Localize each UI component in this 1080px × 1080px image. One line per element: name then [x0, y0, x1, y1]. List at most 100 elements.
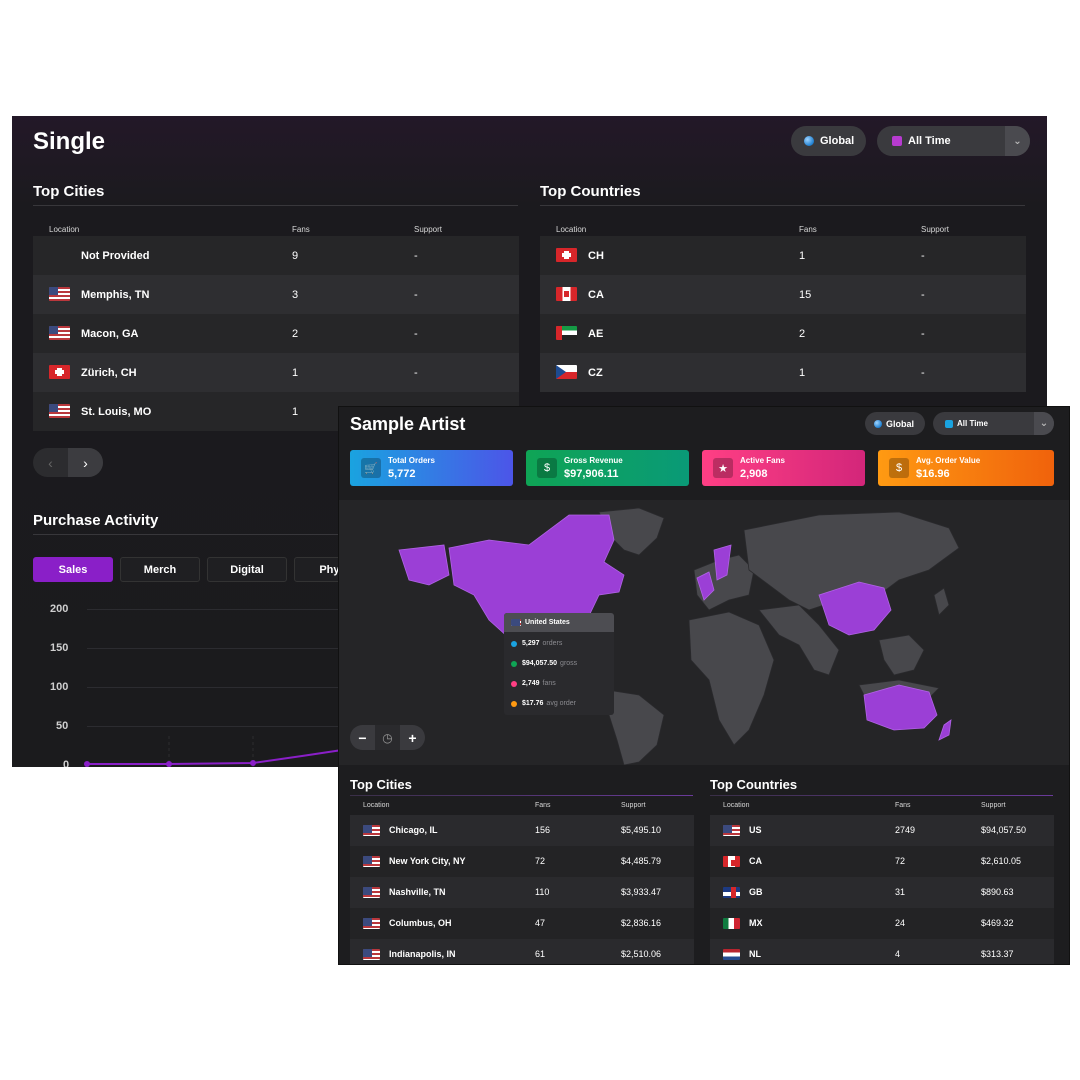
table-row[interactable]: CA 72 $2,610.05: [710, 846, 1054, 877]
tooltip-country: United States: [525, 619, 570, 626]
location-cell: AE: [588, 327, 604, 340]
column-header-support: Support: [921, 225, 950, 234]
table-row[interactable]: AE 2 -: [540, 314, 1026, 353]
zoom-out-button[interactable]: −: [350, 725, 375, 750]
support-cell: $5,495.10: [621, 825, 662, 835]
fans-cell: 2749: [895, 825, 916, 835]
support-cell: $313.37: [981, 949, 1014, 959]
sample-artist-dashboard-window: Sample Artist Global All Time ⌄ 🛒 Total …: [339, 407, 1069, 964]
top-cities-title: Top Cities: [33, 183, 105, 200]
tooltip-unit: gross: [560, 660, 578, 667]
tooltip-row-gross: $94,057.50 gross: [511, 660, 577, 667]
world-map[interactable]: [339, 500, 1069, 766]
uae-flag-icon: [556, 326, 577, 340]
africa-shape: [688, 611, 775, 746]
tooltip-row-avg-order: $17.76 avg order: [511, 700, 576, 707]
chevron-left-icon: ‹: [48, 454, 53, 471]
top-countries-title: Top Countries: [540, 183, 641, 200]
us-flag-icon: [363, 949, 380, 960]
table-row[interactable]: Macon, GA 2 -: [33, 314, 519, 353]
column-header-fans: Fans: [799, 225, 817, 234]
table-row[interactable]: Memphis, TN 3 -: [33, 275, 519, 314]
chevron-down-icon: ⌄: [1005, 126, 1030, 156]
location-cell: CA: [588, 288, 604, 301]
y-tick-label: 50: [56, 720, 69, 732]
y-tick-label: 100: [50, 681, 69, 693]
table-row[interactable]: Nashville, TN 110 $3,933.47: [350, 877, 694, 908]
fans-cell: 9: [292, 249, 299, 262]
avg-order-dot-icon: [511, 700, 517, 707]
tooltip-unit: orders: [542, 640, 563, 647]
us-flag-icon: [49, 404, 70, 418]
us-flag-icon: [363, 825, 380, 836]
kpi-value: 2,908: [740, 468, 768, 480]
fans-cell: 3: [292, 288, 299, 301]
table-row[interactable]: New York City, NY 72 $4,485.79: [350, 846, 694, 877]
location-cell: Memphis, TN: [81, 288, 150, 301]
y-tick-label: 150: [50, 642, 69, 654]
tooltip-row-fans: 2,749 fans: [511, 680, 556, 687]
location-cell: MX: [749, 918, 763, 928]
support-cell: -: [921, 366, 925, 379]
column-header-location: Location: [49, 225, 80, 234]
tooltip-value: 2,749: [522, 680, 540, 687]
column-header-support: Support: [981, 802, 1006, 809]
divider: [33, 205, 518, 206]
netherlands-flag-icon: [723, 949, 740, 960]
tab-sales[interactable]: Sales: [33, 557, 113, 582]
table-row[interactable]: Columbus, OH 47 $2,836.16: [350, 908, 694, 939]
us-flag-icon: [511, 619, 521, 626]
next-page-button[interactable]: ›: [68, 448, 103, 477]
global-filter-label: Global: [886, 418, 915, 429]
kpi-label: Avg. Order Value: [916, 456, 981, 465]
table-row[interactable]: CA 15 -: [540, 275, 1026, 314]
table-row[interactable]: MX 24 $469.32: [710, 908, 1054, 939]
kpi-label: Gross Revenue: [564, 456, 623, 465]
tooltip-unit: avg order: [546, 700, 576, 707]
y-tick-label: 200: [50, 603, 69, 615]
global-filter-button[interactable]: Global: [865, 412, 925, 435]
cart-icon: 🛒: [361, 458, 381, 478]
table-row[interactable]: Indianapolis, IN 61 $2,510.06: [350, 939, 694, 964]
page-title: Single: [33, 128, 106, 155]
tooltip-value: $17.76: [522, 700, 544, 707]
receipt-icon: $: [889, 458, 909, 478]
world-map-svg: [398, 507, 960, 766]
table-row[interactable]: GB 31 $890.63: [710, 877, 1054, 908]
tab-digital[interactable]: Digital: [207, 557, 287, 582]
location-cell: NL: [749, 949, 761, 959]
global-filter-button[interactable]: Global: [791, 126, 866, 156]
prev-page-button[interactable]: ‹: [33, 448, 68, 477]
australia-shape: [863, 684, 938, 731]
support-cell: -: [414, 249, 418, 262]
date-range-select[interactable]: All Time ⌄: [933, 412, 1054, 435]
tooltip-value: 5,297: [522, 640, 540, 647]
globe-reset-button[interactable]: ◷: [375, 725, 400, 750]
support-cell: $2,610.05: [981, 856, 1022, 866]
fans-cell: 31: [895, 887, 906, 897]
table-row[interactable]: Chicago, IL 156 $5,495.10: [350, 815, 694, 846]
table-row[interactable]: Not Provided 9 -: [33, 236, 519, 275]
fan-icon: ★: [713, 458, 733, 478]
divider: [540, 205, 1025, 206]
location-cell: Not Provided: [81, 249, 150, 262]
location-cell: CA: [749, 856, 762, 866]
zoom-in-button[interactable]: +: [400, 725, 425, 750]
divider: [710, 795, 1053, 796]
support-cell: $4,485.79: [621, 856, 662, 866]
kpi-active-fans: ★ Active Fans 2,908: [702, 450, 865, 486]
fans-cell: 110: [535, 887, 550, 897]
table-row[interactable]: CH 1 -: [540, 236, 1026, 275]
date-range-select[interactable]: All Time ⌄: [877, 126, 1030, 156]
gross-dot-icon: [511, 660, 517, 667]
table-row[interactable]: US 2749 $94,057.50: [710, 815, 1054, 846]
fans-cell: 156: [535, 825, 551, 835]
table-row[interactable]: CZ 1 -: [540, 353, 1026, 392]
table-row[interactable]: NL 4 $313.37: [710, 939, 1054, 964]
column-header-fans: Fans: [895, 802, 911, 809]
table-row[interactable]: Zürich, CH 1 -: [33, 353, 519, 392]
sales-line-chart: [84, 736, 343, 767]
tab-merch[interactable]: Merch: [120, 557, 200, 582]
support-cell: $469.32: [981, 918, 1014, 928]
divider: [33, 534, 353, 535]
